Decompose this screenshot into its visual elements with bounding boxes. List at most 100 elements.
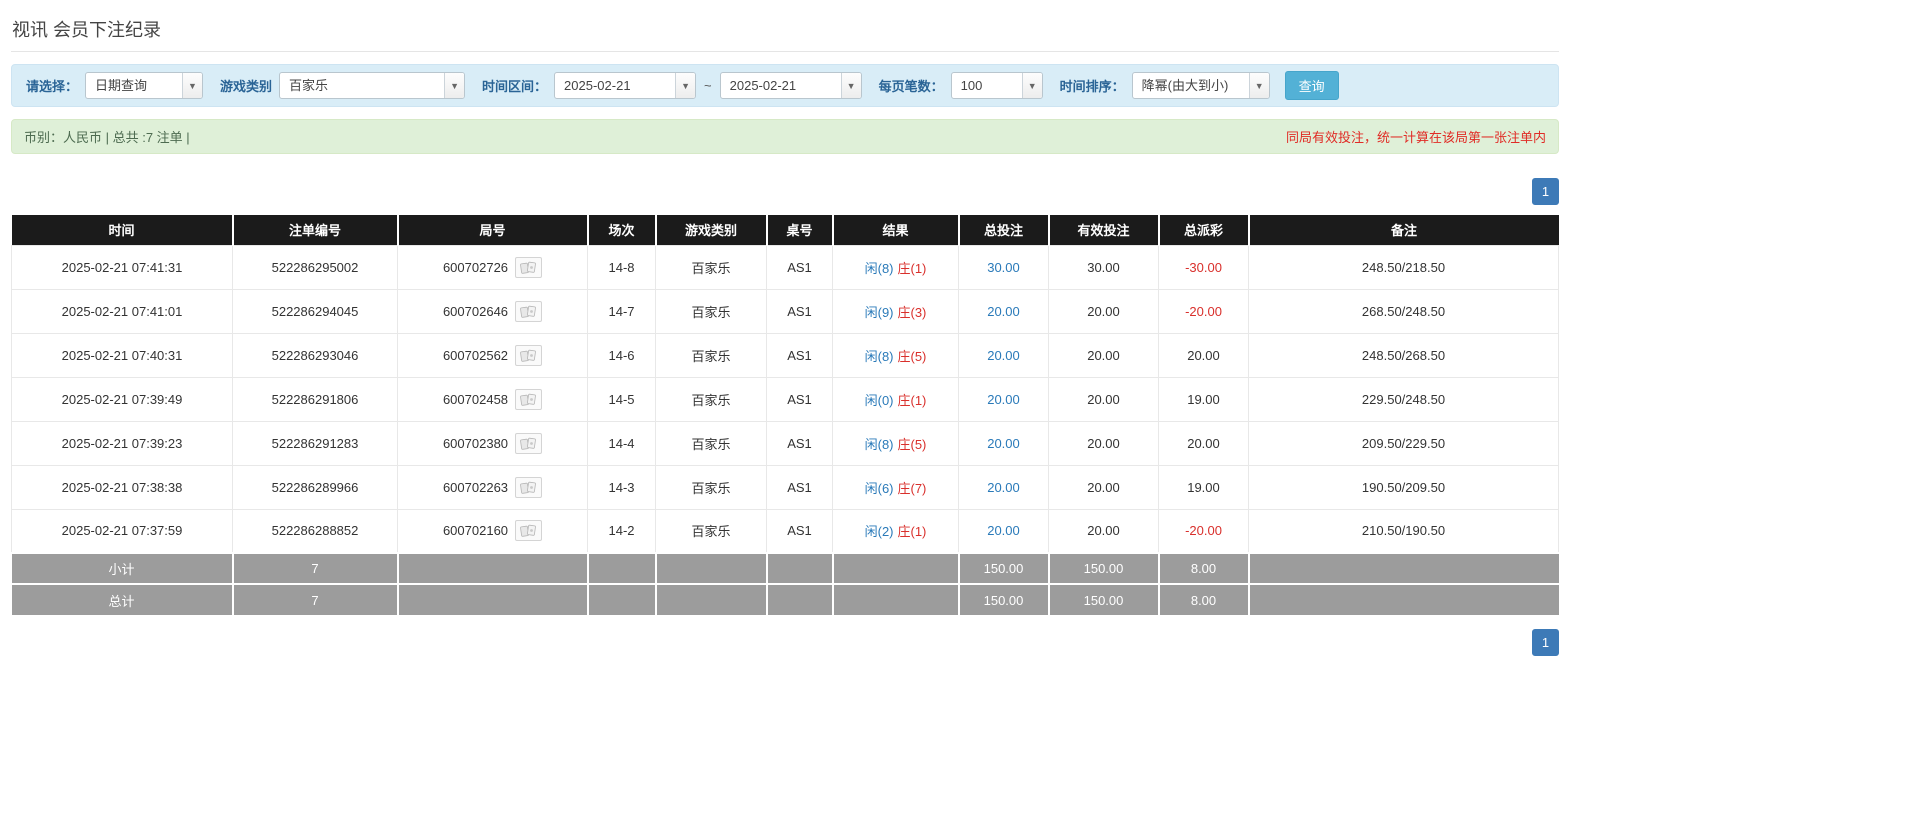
round-wrap: 600702160 [443, 520, 543, 542]
range-separator: ~ [704, 78, 712, 93]
round-number: 600702726 [442, 259, 509, 275]
valid-bet-cell: 20.00 [1048, 376, 1159, 422]
round-preview-button[interactable] [515, 344, 543, 366]
footer-cell-9: 8.00 [1158, 583, 1250, 615]
game-type-cell: 百家乐 [655, 464, 767, 510]
date-from-input[interactable]: 2025-02-21 ▼ [554, 72, 697, 99]
remark-cell: 209.50/229.50 [1248, 420, 1559, 466]
round-preview-button[interactable] [515, 388, 543, 410]
sort-order-label: 时间排序： [1059, 79, 1125, 94]
total-bet-link[interactable]: 20.00 [987, 523, 1020, 538]
payout-cell: 19.00 [1158, 464, 1249, 510]
time-cell: 2025-02-21 07:39:49 [11, 376, 233, 422]
result-player: 闲(0) [864, 392, 894, 408]
chevron-down-icon[interactable]: ▼ [840, 73, 861, 98]
bet-id-cell: 522286288852 [232, 508, 398, 554]
cards-icon [520, 481, 536, 494]
result-player: 闲(8) [864, 436, 894, 452]
chevron-down-icon[interactable]: ▼ [675, 73, 696, 98]
footer-cell-0: 总计 [11, 583, 234, 615]
session-cell: 14-2 [587, 508, 656, 554]
total-bet-cell: 20.00 [958, 332, 1049, 378]
result-cell: 闲(8) 庄(5) [832, 420, 959, 466]
filter-bar: 请选择： 日期查询 ▼ 游戏类别 百家乐 ▼ 时间区间： 2025-02-21 … [11, 64, 1559, 107]
cards-icon [520, 525, 536, 537]
total-bet-link[interactable]: 20.00 [987, 304, 1020, 319]
column-header-5: 桌号 [766, 215, 834, 245]
chevron-down-icon[interactable]: ▼ [1248, 73, 1269, 98]
round-preview-button[interactable] [515, 300, 543, 322]
subtotal-row: 小计 7 150.00 150.00 8.00 [11, 552, 1559, 584]
page-size-select[interactable]: 100 ▼ [950, 72, 1043, 99]
result-banker: 庄(3) [897, 304, 927, 320]
query-type-select[interactable]: 日期查询 ▼ [85, 72, 204, 99]
remark-cell: 268.50/248.50 [1248, 288, 1559, 334]
remark-cell: 248.50/268.50 [1248, 332, 1559, 378]
page-title: 视讯 会员下注纪录 [12, 20, 162, 40]
pagination-bottom: 1 [11, 629, 1559, 656]
footer-cell-3 [587, 583, 657, 615]
footer-cell-10 [1248, 583, 1559, 615]
sort-order-select[interactable]: 降幂(由大到小) ▼ [1131, 72, 1270, 99]
round-number: 600702263 [442, 479, 509, 495]
total-bet-cell: 30.00 [958, 244, 1049, 290]
round-preview-button[interactable] [515, 256, 543, 278]
page: 视讯 会员下注纪录 请选择： 日期查询 ▼ 游戏类别 百家乐 ▼ 时间区间： 2… [11, 0, 1559, 656]
total-bet-link[interactable]: 20.00 [987, 392, 1020, 407]
result-player: 闲(8) [864, 348, 894, 364]
round-preview-button[interactable] [515, 476, 543, 498]
total-bet-link[interactable]: 20.00 [987, 480, 1020, 495]
footer-cell-6 [832, 552, 960, 584]
game-type-cell: 百家乐 [655, 376, 767, 422]
result-player: 闲(6) [864, 480, 894, 496]
round-number: 600702458 [442, 391, 509, 407]
page-1-button[interactable]: 1 [1532, 178, 1559, 205]
result-banker: 庄(1) [897, 392, 927, 408]
round-wrap: 600702263 [442, 476, 543, 498]
column-header-7: 总投注 [958, 215, 1050, 245]
table-no-cell: AS1 [766, 508, 833, 554]
game-type-label: 游戏类别 [220, 79, 273, 94]
total-bet-link[interactable]: 20.00 [987, 348, 1020, 363]
footer-cell-2 [397, 583, 589, 615]
session-cell: 14-3 [587, 464, 656, 510]
footer-cell-2 [397, 552, 589, 584]
chevron-down-icon[interactable]: ▼ [1021, 73, 1042, 98]
date-to-input[interactable]: 2025-02-21 ▼ [719, 72, 862, 99]
cards-icon [520, 393, 536, 406]
payout-cell: 19.00 [1158, 376, 1249, 422]
table-row: 2025-02-21 07:41:01 522286294045 600702646… [11, 288, 1559, 334]
result-cell: 闲(8) 庄(1) [832, 244, 959, 290]
footer-cell-1: 7 [232, 583, 399, 615]
page-1-button[interactable]: 1 [1532, 629, 1559, 656]
valid-bet-cell: 20.00 [1048, 288, 1159, 334]
column-header-4: 游戏类别 [655, 215, 768, 245]
payout-cell: -20.00 [1158, 508, 1249, 554]
bet-id-cell: 522286289966 [232, 464, 398, 510]
search-button[interactable]: 查询 [1284, 71, 1339, 100]
payout-cell: 20.00 [1158, 332, 1249, 378]
chevron-down-icon[interactable]: ▼ [182, 73, 203, 98]
result-player: 闲(8) [864, 260, 894, 276]
result-banker: 庄(1) [897, 524, 927, 540]
time-cell: 2025-02-21 07:39:23 [11, 420, 233, 466]
game-type-cell: 百家乐 [655, 508, 767, 554]
time-cell: 2025-02-21 07:37:59 [11, 508, 233, 554]
total-row: 总计 7 150.00 150.00 8.00 [11, 583, 1559, 615]
round-preview-button[interactable] [515, 432, 543, 454]
chevron-down-icon[interactable]: ▼ [444, 73, 465, 98]
table-row: 2025-02-21 07:41:31 522286295002 600702726… [11, 244, 1559, 290]
game-type-value: 百家乐 [289, 78, 329, 93]
summary-bar: 币别：人民币 | 总共 :7 注单 | 同局有效投注，统一计算在该局第一张注单内 [11, 119, 1559, 154]
game-type-select[interactable]: 百家乐 ▼ [279, 72, 466, 99]
bet-records-table: 时间 注单编号 局号 场次 游戏类别 桌号 结果 总投注 有效投注 总派彩 备注 2025-02-2… [11, 215, 1559, 615]
page-size-label: 每页笔数： [878, 79, 944, 94]
payout-cell: 20.00 [1158, 420, 1249, 466]
round-preview-button[interactable] [515, 520, 543, 542]
page-size-value: 100 [960, 78, 983, 93]
result-banker: 庄(5) [897, 348, 927, 364]
total-bet-link[interactable]: 20.00 [987, 436, 1020, 451]
total-bet-link[interactable]: 30.00 [987, 260, 1020, 275]
cards-icon [520, 437, 536, 450]
round-number: 600702562 [442, 347, 509, 363]
